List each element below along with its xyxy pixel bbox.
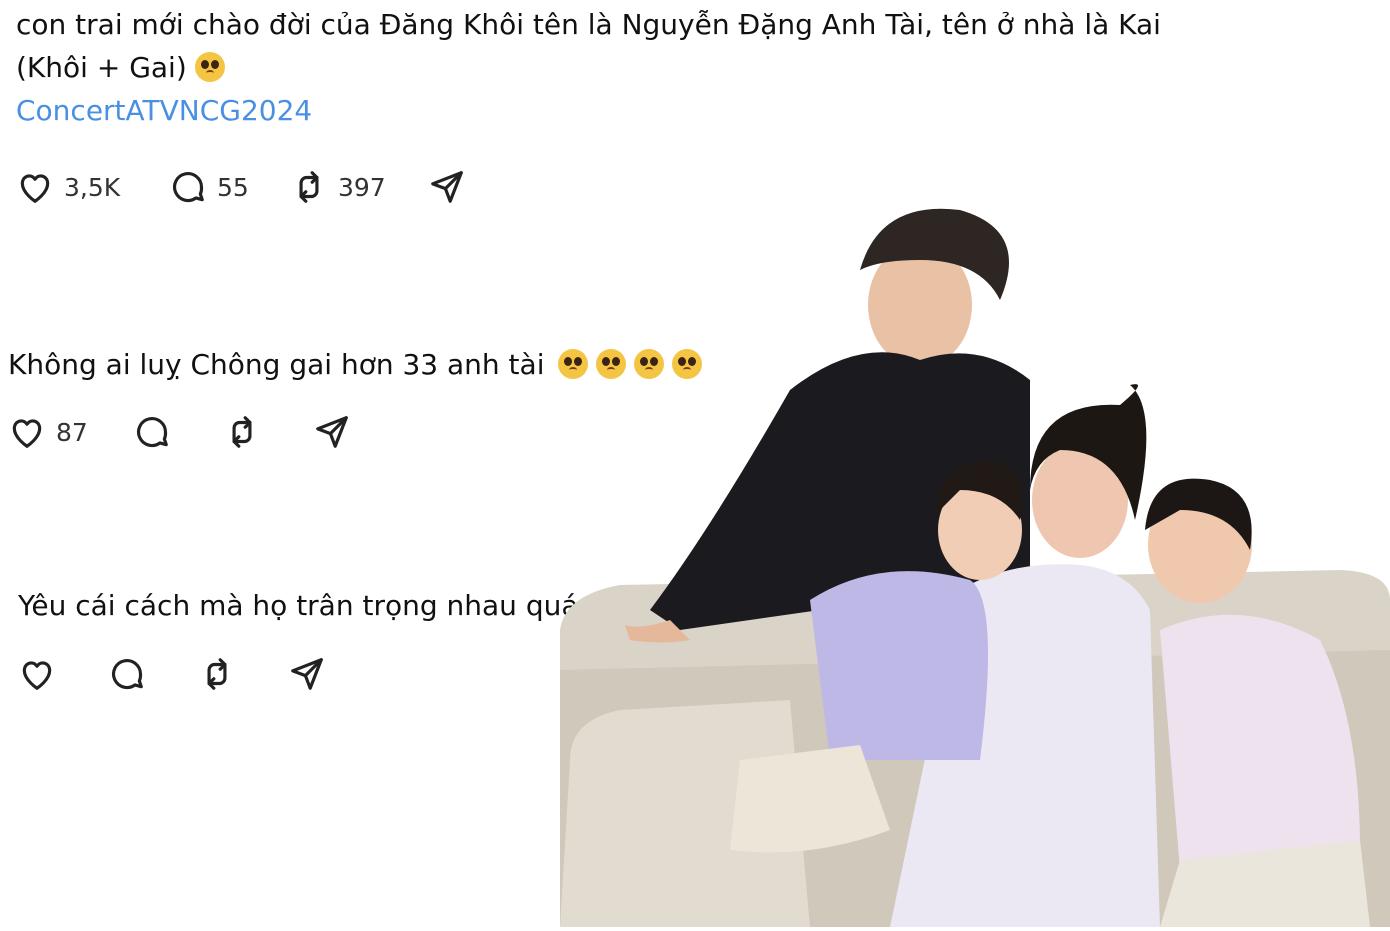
post-1-text-line1: con trai mới chào đời của Đăng Khôi tên … bbox=[16, 8, 1161, 41]
like-button[interactable] bbox=[18, 655, 108, 693]
post-1: con trai mới chào đời của Đăng Khôi tên … bbox=[16, 3, 1161, 207]
repost-count: 397 bbox=[338, 172, 386, 202]
like-count: 87 bbox=[56, 417, 88, 447]
comment-icon bbox=[136, 417, 168, 448]
post-2-text: Không ai luỵ Chông gai hơn 33 anh tài bbox=[8, 343, 703, 386]
repost-button[interactable]: 397 bbox=[290, 168, 428, 206]
comment-button[interactable]: 55 bbox=[169, 168, 290, 206]
comment-button[interactable] bbox=[133, 413, 223, 451]
like-count: 3,5K bbox=[64, 172, 121, 202]
heart-icon bbox=[22, 661, 52, 690]
repost-icon bbox=[299, 171, 319, 203]
like-button[interactable]: 87 bbox=[8, 413, 133, 451]
hashtag-link[interactable]: ConcertATVNCG2024 bbox=[16, 89, 1161, 132]
repost-icon bbox=[207, 658, 227, 690]
post-1-text-line2-label: (Khôi + Gai) bbox=[16, 51, 187, 84]
repost-button[interactable] bbox=[223, 413, 313, 451]
pleading-face-emoji bbox=[596, 349, 627, 379]
post-2: Không ai luỵ Chông gai hơn 33 anh tài 87 bbox=[8, 343, 703, 452]
comment-icon bbox=[111, 659, 143, 690]
pleading-face-emoji bbox=[194, 52, 225, 82]
repost-button[interactable] bbox=[198, 655, 288, 693]
family-photo bbox=[560, 200, 1390, 927]
share-icon bbox=[316, 416, 348, 448]
post-1-text-line2: (Khôi + Gai) bbox=[16, 46, 1161, 89]
comment-button[interactable] bbox=[108, 655, 198, 693]
post-2-actions: 87 bbox=[8, 412, 702, 452]
pleading-face-emoji bbox=[634, 349, 665, 379]
pleading-face-emoji bbox=[672, 349, 703, 379]
heart-icon bbox=[20, 174, 50, 203]
repost-icon bbox=[232, 416, 252, 448]
share-icon bbox=[291, 658, 323, 690]
share-button[interactable] bbox=[428, 168, 466, 206]
post-1-actions: 3,5K 55 397 bbox=[16, 167, 1161, 207]
post-2-text-label: Không ai luỵ Chông gai hơn 33 anh tài bbox=[8, 348, 545, 381]
comment-icon bbox=[172, 172, 204, 203]
comment-count: 55 bbox=[217, 172, 249, 202]
share-button[interactable] bbox=[313, 413, 351, 451]
heart-icon bbox=[12, 419, 42, 448]
pleading-face-emoji bbox=[558, 349, 589, 379]
share-button[interactable] bbox=[288, 655, 326, 693]
share-icon bbox=[431, 171, 463, 203]
like-button[interactable]: 3,5K bbox=[16, 168, 169, 206]
